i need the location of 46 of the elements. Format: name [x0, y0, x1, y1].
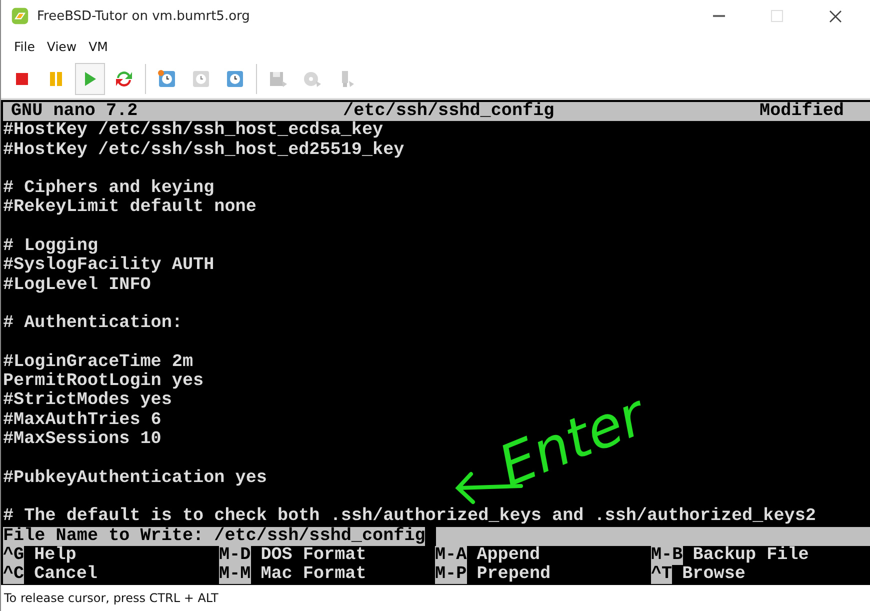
shortcut-label: DOS Format	[260, 546, 366, 566]
shortcut-key: ^T	[651, 565, 672, 584]
shortcut-key: ^G	[3, 546, 24, 566]
config-line: #StrictModes yes	[3, 390, 172, 410]
shortcut-key: M-A	[435, 546, 467, 566]
config-line: #LogLevel INFO	[3, 274, 151, 295]
config-line: # Logging	[3, 236, 98, 256]
shortcut-label: Cancel	[34, 565, 98, 584]
shortcut-label: Append	[476, 546, 540, 565]
config-line: # The default is to check both .ssh/authorized_keys and .ssh/authorized_keys2	[3, 506, 816, 526]
config-line: #LoginGraceTime 2m	[3, 352, 194, 372]
menu-item[interactable]: View	[46, 38, 77, 54]
shortcut-key: M-M	[219, 565, 251, 584]
config-line: #MaxAuthTries 6	[3, 410, 162, 430]
shortcut-label: Help	[34, 546, 76, 565]
shortcut-key: M-B	[651, 546, 683, 566]
window-title: FreeBSD-Tutor on vm.bumrt5.org	[37, 8, 250, 24]
shortcut-label: Backup File	[692, 546, 809, 566]
config-line: PermitRootLogin yes	[3, 371, 204, 392]
shortcut-key: ^C	[3, 565, 24, 584]
close-icon[interactable]	[829, 10, 842, 22]
shortcut-label: Prepend	[476, 565, 551, 584]
config-line: #RekeyLimit default none	[3, 197, 256, 218]
config-line: # Authentication:	[3, 313, 182, 334]
config-line: # Ciphers and keying	[3, 178, 214, 198]
handwritten-annotation: Enter	[492, 388, 652, 496]
config-line: #SyslogFacility AUTH	[3, 255, 214, 276]
shortcut-label: Browse	[682, 565, 746, 584]
editor-version: GNU nano 7.2	[11, 102, 138, 121]
filename-prompt[interactable]: File Name to Write: /etc/ssh/sshd_config	[3, 526, 870, 546]
shortcut-label: Mac Format	[260, 565, 366, 584]
shortcut-key: M-D	[219, 546, 251, 566]
app-logo-icon	[11, 7, 29, 25]
shortcut-key: M-P	[435, 565, 467, 584]
modified-status: Modified	[760, 102, 844, 122]
status-bar-text: To release cursor, press CTRL + ALT	[3, 590, 220, 607]
config-line: #PubkeyAuthentication yes	[3, 468, 267, 488]
play-icon[interactable]	[75, 63, 105, 95]
maximize-icon[interactable]	[771, 10, 783, 22]
config-line: #MaxSessions 10	[3, 429, 162, 450]
menu-item[interactable]: File	[14, 38, 35, 54]
file-path: /etc/ssh/sshd_config	[343, 102, 554, 121]
menu-item[interactable]: VM	[88, 38, 108, 54]
config-line: #HostKey /etc/ssh/ssh_host_ecdsa_key	[3, 120, 384, 140]
config-line: #HostKey /etc/ssh/ssh_host_ed25519_key	[3, 140, 404, 160]
minimize-icon[interactable]	[713, 14, 725, 18]
